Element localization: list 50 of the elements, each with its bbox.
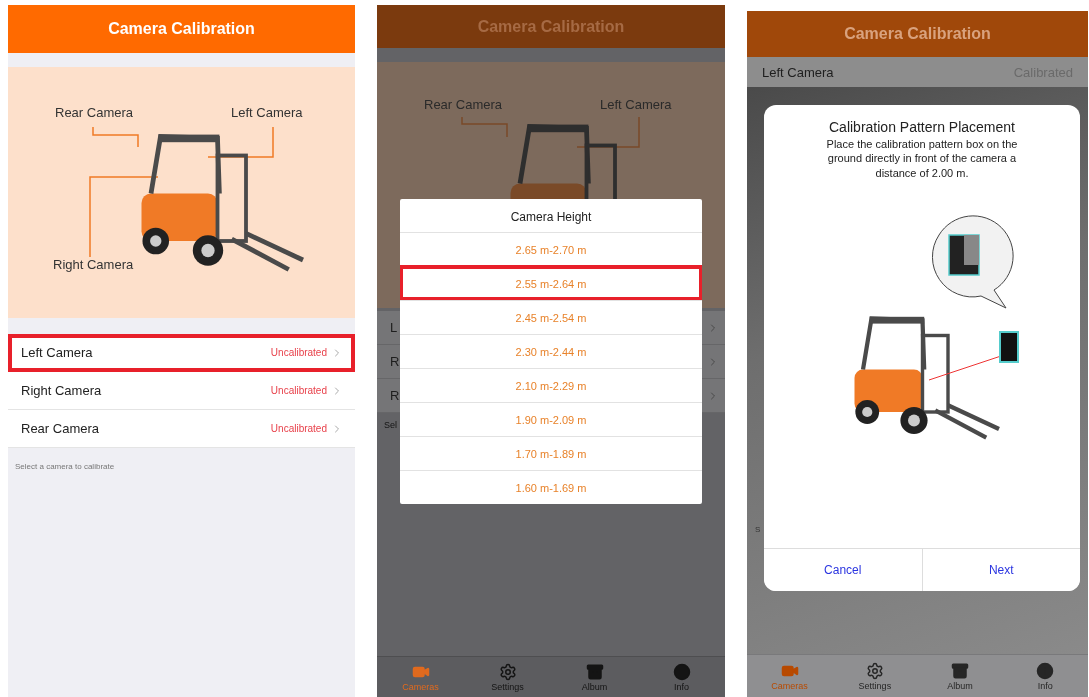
hint-text: Select a camera to calibrate bbox=[15, 462, 116, 471]
dialog-message: Place the calibration pattern box on the ground directly in front of the camera a distance of 2.00 m. bbox=[825, 137, 1019, 180]
height-option[interactable]: 2.30 m-2.44 m bbox=[400, 334, 702, 368]
hint-text: Sel bbox=[384, 420, 397, 430]
height-option[interactable]: 1.70 m-1.89 m bbox=[400, 436, 702, 470]
leader-line bbox=[207, 126, 274, 158]
camera-name: Right Camera bbox=[21, 383, 103, 398]
tab[interactable]: Settings bbox=[844, 661, 905, 691]
archive-icon bbox=[585, 662, 604, 681]
dialog-title: Calibration Pattern Placement bbox=[828, 118, 1016, 137]
tab[interactable]: Cameras bbox=[390, 662, 451, 692]
archive-icon bbox=[951, 661, 970, 680]
camera-row[interactable]: Right Camera Uncalibrated bbox=[8, 372, 355, 410]
camera-name: R bbox=[390, 388, 400, 403]
tab[interactable]: Info bbox=[1015, 661, 1076, 691]
leader-line bbox=[461, 116, 508, 138]
height-option[interactable]: 2.55 m-2.64 m bbox=[400, 266, 702, 300]
diagram-label: Rear Camera bbox=[424, 97, 503, 112]
screen-title: Camera Calibration bbox=[8, 5, 355, 53]
height-option[interactable]: 2.45 m-2.54 m bbox=[400, 300, 702, 334]
dialog-title: Camera Height bbox=[509, 209, 593, 226]
tab[interactable]: Album bbox=[930, 661, 991, 691]
next-button[interactable]: Next bbox=[921, 549, 1080, 591]
camera-row[interactable]: Left Camera Uncalibrated bbox=[8, 334, 355, 372]
leader-line bbox=[576, 116, 640, 148]
diagram-label: Left Camera bbox=[231, 105, 303, 120]
height-option[interactable]: 1.90 m-2.09 m bbox=[400, 402, 702, 436]
camera-status: Uncalibrated bbox=[270, 385, 327, 396]
leader-line bbox=[92, 126, 139, 148]
camera-name: Left Camera bbox=[21, 345, 94, 360]
camera-name: Left Camera bbox=[762, 64, 835, 80]
tab[interactable]: Settings bbox=[477, 662, 538, 692]
tab[interactable]: Album bbox=[564, 662, 625, 692]
camera-name: Rear Camera bbox=[21, 421, 101, 436]
screen-title: Camera Calibration bbox=[747, 11, 1088, 57]
height-option[interactable]: 1.60 m-1.69 m bbox=[400, 470, 702, 504]
height-option[interactable]: 2.10 m-2.29 m bbox=[400, 368, 702, 402]
diagram-label: Rear Camera bbox=[55, 105, 134, 120]
tab[interactable]: Cameras bbox=[759, 661, 820, 691]
camera-row[interactable]: Rear Camera Uncalibrated bbox=[8, 410, 355, 448]
settings-icon bbox=[498, 662, 517, 681]
camera-status: Uncalibrated bbox=[270, 347, 327, 358]
camera-name: R bbox=[390, 354, 400, 369]
settings-icon bbox=[865, 661, 884, 680]
camera-name: L bbox=[390, 320, 398, 335]
camera-status: Uncalibrated bbox=[270, 423, 327, 434]
tab[interactable]: Info bbox=[651, 662, 712, 692]
diagram-label: Left Camera bbox=[600, 97, 672, 112]
diagram-label: Right Camera bbox=[53, 257, 134, 272]
height-option[interactable]: 2.65 m-2.70 m bbox=[400, 232, 702, 266]
